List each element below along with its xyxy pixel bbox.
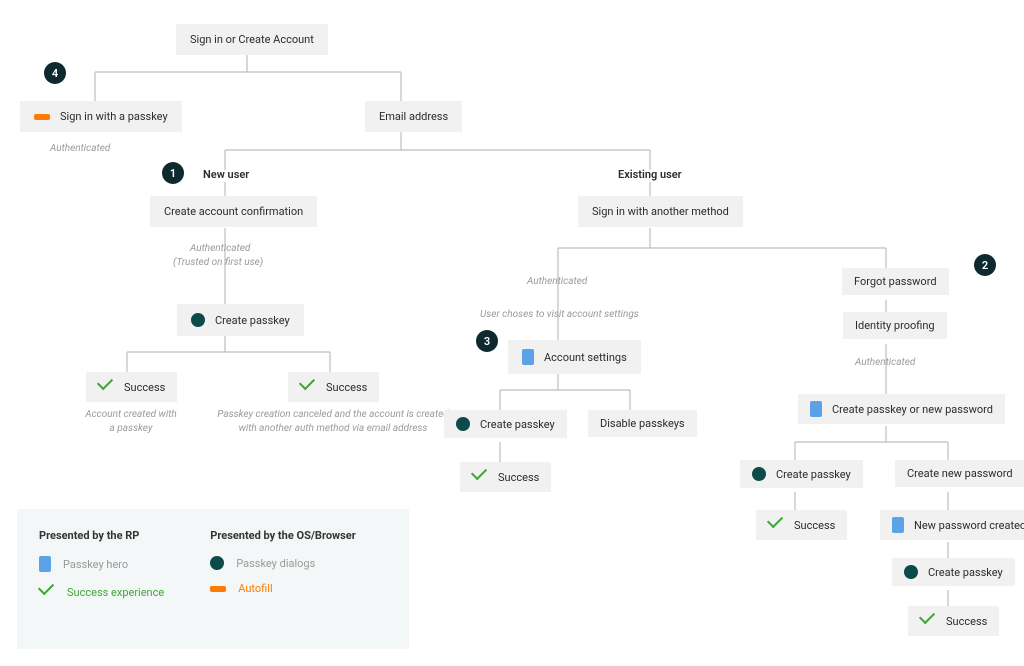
node-label: Create passkey	[480, 418, 555, 431]
branch-new-user: New user	[203, 168, 249, 181]
legend: Presented by the RP Passkey hero Success…	[17, 509, 409, 649]
passkey-dialog-icon	[904, 565, 918, 579]
branch-existing-user: Existing user	[618, 168, 682, 181]
legend-label: Passkey hero	[63, 558, 128, 571]
node-label: Create passkey	[215, 314, 290, 327]
node-create-passkey-existing: Create passkey	[444, 410, 567, 438]
node-root: Sign in or Create Account	[176, 24, 328, 55]
badge-4: 4	[44, 62, 66, 84]
passkey-hero-icon	[522, 349, 534, 365]
node-account-settings: Account settings	[508, 340, 641, 374]
check-icon	[472, 469, 488, 485]
node-success-new-left: Success	[86, 372, 177, 402]
passkey-hero-icon	[892, 517, 904, 533]
legend-label: Autofill	[238, 582, 272, 595]
node-label: Forgot password	[854, 275, 937, 288]
node-create-new-password: Create new password	[895, 460, 1024, 487]
caption-trusted: (Trusted on first use)	[173, 256, 263, 270]
legend-label: Success experience	[67, 586, 164, 599]
autofill-icon	[34, 114, 50, 120]
badge-1: 1	[162, 162, 184, 184]
node-label: Account settings	[544, 351, 627, 364]
node-label: Create passkey	[928, 566, 1003, 579]
node-create-passkey-forgot: Create passkey	[740, 460, 863, 488]
node-create-account-confirm: Create account confirmation	[150, 196, 317, 227]
node-disable-passkeys: Disable passkeys	[588, 410, 697, 437]
node-label: Success	[124, 381, 165, 394]
check-icon	[920, 613, 936, 629]
legend-row-success: Success experience	[39, 584, 164, 600]
node-label: Create passkey or new password	[832, 403, 993, 416]
autofill-icon	[210, 586, 226, 592]
node-label: Sign in or Create Account	[190, 33, 314, 46]
passkey-dialog-icon	[456, 417, 470, 431]
badge-2: 2	[974, 254, 996, 276]
node-forgot-password: Forgot password	[842, 268, 949, 295]
node-success-existing: Success	[460, 462, 551, 492]
node-label: Sign in with a passkey	[60, 110, 168, 123]
passkey-hero-icon	[39, 556, 51, 572]
node-label: Create account confirmation	[164, 205, 303, 218]
node-choose-passkey-or-pw: Create passkey or new password	[798, 394, 1005, 424]
node-label: Email address	[379, 110, 448, 123]
node-label: Create passkey	[776, 468, 851, 481]
node-label: Success	[498, 471, 539, 484]
node-create-passkey-final: Create passkey	[892, 558, 1015, 586]
caption-auth-existing: Authenticated	[527, 275, 587, 289]
legend-row-hero: Passkey hero	[39, 556, 164, 572]
caption-auth-new: Authenticated	[190, 242, 250, 256]
node-label: Success	[794, 519, 835, 532]
check-icon	[39, 584, 55, 600]
node-label: Success	[326, 381, 367, 394]
caption-visit-settings: User choses to visit account settings	[480, 308, 639, 322]
legend-col-os: Presented by the OS/Browser Passkey dial…	[210, 529, 356, 612]
caption-auth-forgot: Authenticated	[855, 356, 915, 370]
passkey-dialog-icon	[752, 467, 766, 481]
node-identity-proofing: Identity proofing	[843, 312, 947, 339]
node-success-new-right: Success	[288, 372, 379, 402]
node-label: Disable passkeys	[600, 417, 685, 430]
node-label: New password created	[914, 519, 1024, 532]
node-create-passkey-new: Create passkey	[177, 304, 304, 336]
node-label: Create new password	[907, 467, 1013, 480]
node-success-final: Success	[908, 606, 999, 636]
legend-col-rp: Presented by the RP Passkey hero Success…	[39, 529, 164, 612]
badge-3: 3	[476, 330, 498, 352]
legend-row-dialogs: Passkey dialogs	[210, 556, 356, 570]
legend-title-os: Presented by the OS/Browser	[210, 529, 356, 542]
node-success-passkey-forgot: Success	[756, 510, 847, 540]
node-label: Identity proofing	[855, 319, 935, 332]
passkey-hero-icon	[810, 401, 822, 417]
caption-success-left: Account created witha passkey	[77, 408, 185, 435]
caption-success-right: Passkey creation canceled and the accoun…	[214, 408, 452, 435]
legend-row-autofill: Autofill	[210, 582, 356, 595]
node-label: Success	[946, 615, 987, 628]
check-icon	[768, 517, 784, 533]
node-label: Sign in with another method	[592, 205, 729, 218]
node-new-password-created: New password created	[880, 510, 1024, 540]
node-signin-other: Sign in with another method	[578, 196, 743, 227]
node-signin-passkey: Sign in with a passkey	[20, 101, 182, 132]
passkey-dialog-icon	[191, 313, 205, 327]
passkey-dialog-icon	[210, 556, 224, 570]
legend-label: Passkey dialogs	[236, 557, 315, 570]
check-icon	[300, 379, 316, 395]
check-icon	[98, 379, 114, 395]
legend-title-rp: Presented by the RP	[39, 529, 164, 542]
node-email: Email address	[365, 101, 462, 132]
caption-authenticated: Authenticated	[50, 142, 110, 156]
